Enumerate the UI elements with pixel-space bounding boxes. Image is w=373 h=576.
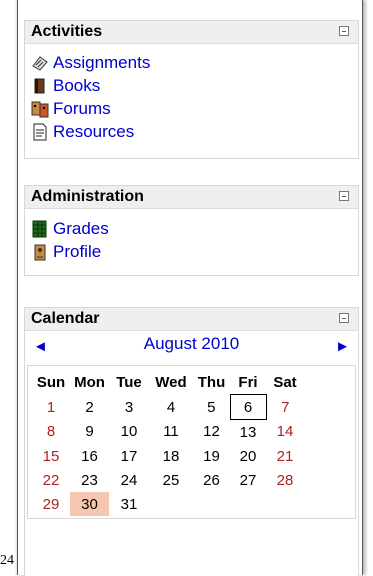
calendar-day[interactable]: 9 <box>70 420 109 445</box>
admin-grades[interactable]: Grades <box>31 217 352 240</box>
grades-icon <box>31 220 49 238</box>
next-month-icon[interactable]: ► <box>335 338 350 355</box>
collapse-icon[interactable] <box>339 26 349 36</box>
calendar-header: Calendar <box>25 308 358 331</box>
calendar-day[interactable]: 20 <box>230 444 266 468</box>
activity-assignments-link[interactable]: Assignments <box>53 53 150 73</box>
calendar-day[interactable]: 7 <box>266 395 304 420</box>
calendar-day <box>193 492 230 516</box>
calendar-month-link[interactable]: August 2010 <box>25 334 358 354</box>
book-icon <box>31 77 49 95</box>
calendar-day[interactable]: 14 <box>266 420 304 445</box>
calendar-day <box>266 492 304 516</box>
administration-block: Administration Grades Profile <box>24 185 359 276</box>
assignment-icon <box>31 54 49 72</box>
calendar-day[interactable]: 13 <box>230 420 266 445</box>
calendar-grid: Sun Mon Tue Wed Thu Fri Sat 1 2 3 4 5 6 <box>27 365 356 519</box>
profile-icon <box>31 243 49 261</box>
weekday-header: Fri <box>238 373 258 391</box>
calendar-day[interactable]: 19 <box>193 444 230 468</box>
weekday-header: Mon <box>74 373 105 391</box>
weekday-header: Tue <box>116 373 142 391</box>
activity-assignments[interactable]: Assignments <box>31 51 352 74</box>
collapse-icon[interactable] <box>339 313 349 323</box>
calendar-day[interactable]: 5 <box>193 395 230 420</box>
calendar-day[interactable]: 16 <box>70 444 109 468</box>
calendar-day <box>230 492 266 516</box>
weekday-header: Thu <box>197 373 226 391</box>
activity-books-link[interactable]: Books <box>53 76 100 96</box>
admin-profile-link[interactable]: Profile <box>53 242 101 262</box>
administration-title: Administration <box>31 188 144 205</box>
activities-title: Activities <box>31 23 103 40</box>
calendar-title: Calendar <box>31 310 100 327</box>
calendar-day <box>149 492 193 516</box>
calendar-day[interactable]: 12 <box>193 420 230 445</box>
page-number-fragment: 24 <box>0 553 14 568</box>
calendar-day[interactable]: 10 <box>109 420 149 445</box>
weekday-header: Sun <box>36 373 66 391</box>
calendar-day[interactable]: 24 <box>109 468 149 492</box>
calendar-block: Calendar ◄ August 2010 ► Sun Mon Tue Wed… <box>24 307 359 576</box>
calendar-day[interactable]: 29 <box>32 492 70 516</box>
activities-block: Activities Assignments Books Forums Reso… <box>24 20 359 159</box>
calendar-day[interactable]: 11 <box>149 420 193 445</box>
calendar-day[interactable]: 4 <box>149 395 193 420</box>
forum-icon <box>31 100 49 118</box>
weekday-header: Wed <box>155 373 187 391</box>
activity-resources[interactable]: Resources <box>31 120 352 143</box>
calendar-nav: ◄ August 2010 ► <box>25 331 358 361</box>
calendar-day[interactable]: 25 <box>149 468 193 492</box>
calendar-day[interactable]: 21 <box>266 444 304 468</box>
calendar-day[interactable]: 1 <box>32 395 70 420</box>
activity-resources-link[interactable]: Resources <box>53 122 134 142</box>
calendar-day[interactable]: 27 <box>230 468 266 492</box>
calendar-day[interactable]: 8 <box>32 420 70 445</box>
calendar-day[interactable]: 26 <box>193 468 230 492</box>
weekday-header: Sat <box>273 373 297 391</box>
collapse-icon[interactable] <box>339 191 349 201</box>
calendar-day[interactable]: 2 <box>70 395 109 420</box>
calendar-day-today[interactable]: 6 <box>229 394 267 420</box>
resource-icon <box>31 123 49 141</box>
calendar-day[interactable]: 18 <box>149 444 193 468</box>
activity-books[interactable]: Books <box>31 74 352 97</box>
activity-forums[interactable]: Forums <box>31 97 352 120</box>
calendar-day[interactable]: 28 <box>266 468 304 492</box>
activity-forums-link[interactable]: Forums <box>53 99 111 119</box>
admin-profile[interactable]: Profile <box>31 240 352 263</box>
calendar-table: Sun Mon Tue Wed Thu Fri Sat 1 2 3 4 5 6 <box>32 370 304 516</box>
calendar-day[interactable]: 3 <box>109 395 149 420</box>
calendar-day[interactable]: 31 <box>109 492 149 516</box>
calendar-day[interactable]: 17 <box>109 444 149 468</box>
calendar-day-highlighted[interactable]: 30 <box>70 492 109 516</box>
activities-header: Activities <box>25 21 358 44</box>
admin-grades-link[interactable]: Grades <box>53 219 109 239</box>
administration-header: Administration <box>25 186 358 209</box>
calendar-day[interactable]: 15 <box>32 444 70 468</box>
calendar-day[interactable]: 22 <box>32 468 70 492</box>
calendar-day[interactable]: 23 <box>70 468 109 492</box>
